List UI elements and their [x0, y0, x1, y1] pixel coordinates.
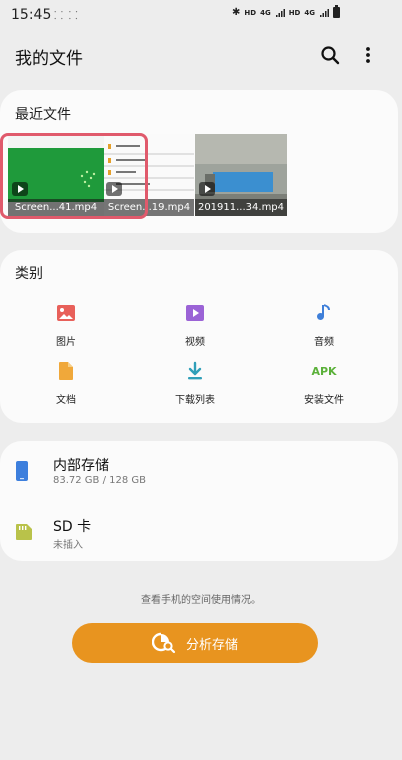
bluetooth-icon: ✱ [232, 7, 241, 18]
category-documents[interactable]: 文档 [6, 359, 126, 406]
play-icon [199, 182, 215, 196]
app-bar: 我的文件 [0, 35, 402, 75]
selection-highlight [0, 133, 148, 219]
download-icon [183, 359, 207, 383]
sd-card-name: SD 卡 [53, 519, 92, 535]
search-icon [321, 46, 340, 65]
categories-title: 类别 [15, 266, 43, 282]
status-time: 15:45 [11, 7, 52, 23]
category-downloads-label: 下载列表 [175, 395, 215, 406]
document-icon [54, 359, 78, 383]
lte-icon: 4G [260, 8, 271, 17]
screen-share-icons: ⸬ ⸬ [54, 9, 79, 22]
music-icon [312, 301, 336, 325]
search-button[interactable] [316, 41, 344, 69]
category-downloads[interactable]: 下载列表 [135, 359, 255, 406]
more-options-button[interactable] [354, 41, 382, 69]
category-audio[interactable]: 音频 [264, 301, 384, 348]
category-installers-label: 安装文件 [304, 395, 344, 406]
signal-icon-2 [320, 8, 329, 17]
storage-sd-card[interactable]: SD 卡 未插入 [0, 505, 398, 563]
apk-icon: APK [311, 364, 337, 378]
category-documents-label: 文档 [56, 395, 76, 406]
hd-voice-icon-2: HD [288, 8, 301, 17]
more-vert-icon [366, 47, 370, 63]
page-title: 我的文件 [15, 49, 83, 69]
phone-icon [16, 461, 28, 481]
image-icon [54, 301, 78, 325]
category-installers[interactable]: APK 安装文件 [264, 359, 384, 407]
recent-file-3[interactable]: 201911...34.mp4 [195, 134, 287, 216]
internal-storage-name: 内部存储 [53, 458, 109, 474]
sd-card-status: 未插入 [53, 540, 83, 551]
hd-voice-icon: HD [244, 8, 257, 17]
category-images[interactable]: 图片 [6, 301, 126, 348]
battery-icon [333, 5, 340, 18]
lte-icon-2: 4G [304, 8, 315, 17]
sd-card-icon [16, 524, 32, 540]
recent-file-3-name: 201911...34.mp4 [195, 199, 287, 216]
analyze-hint: 查看手机的空间使用情况。 [141, 595, 261, 606]
status-bar: 15:45 ⸬ ⸬ ✱ HD 4G HD 4G [0, 0, 402, 30]
analyze-storage-label: 分析存储 [185, 637, 238, 653]
internal-storage-usage: 83.72 GB / 128 GB [53, 475, 147, 486]
category-videos[interactable]: 视频 [135, 301, 255, 348]
recent-files-title: 最近文件 [15, 107, 71, 123]
storage-internal[interactable]: 内部存储 83.72 GB / 128 GB [0, 444, 398, 502]
signal-icon [275, 8, 285, 17]
analyze-storage-button[interactable]: 分析存储 [72, 623, 318, 663]
status-icons: ✱ HD 4G HD 4G [232, 5, 340, 18]
category-images-label: 图片 [56, 337, 76, 348]
category-videos-label: 视频 [185, 337, 205, 348]
storage-analysis-icon [151, 632, 176, 654]
video-icon [183, 301, 207, 325]
category-audio-label: 音频 [314, 337, 334, 348]
